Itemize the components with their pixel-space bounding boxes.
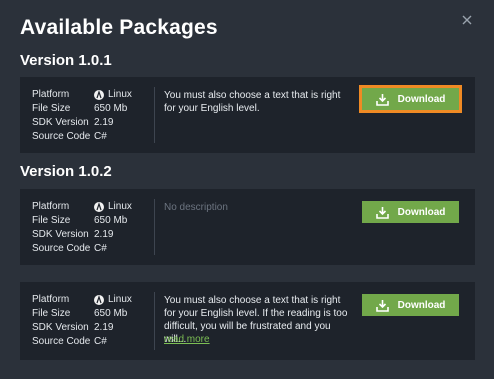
- package-card: Platform Linux File Size 650 Mb SDK Vers…: [20, 282, 475, 360]
- file-size-label: File Size: [32, 215, 71, 226]
- download-icon: [375, 206, 389, 219]
- divider: [154, 87, 155, 143]
- section-title-version-1-0-1: Version 1.0.1: [20, 52, 112, 69]
- platform-value-wrap: Linux: [94, 201, 132, 212]
- package-description: No description: [164, 202, 228, 213]
- platform-value: Linux: [108, 89, 132, 100]
- download-button[interactable]: Download: [362, 201, 459, 223]
- file-size-label: File Size: [32, 308, 71, 319]
- package-description: You must also choose a text that is righ…: [164, 90, 341, 114]
- platform-value: Linux: [108, 201, 132, 212]
- divider: [154, 199, 155, 255]
- sdk-version-value: 2.19: [94, 322, 114, 333]
- linux-icon: [94, 294, 104, 305]
- source-code-label: Source Code: [32, 243, 91, 254]
- download-icon: [375, 299, 389, 312]
- sdk-version-label: SDK Version: [32, 229, 89, 240]
- download-button[interactable]: Download: [362, 294, 459, 316]
- file-size-value: 650 Mb: [94, 103, 128, 114]
- sdk-version-value: 2.19: [94, 229, 114, 240]
- linux-icon: [94, 201, 104, 212]
- package-card: Platform Linux File Size 650 Mb SDK Vers…: [20, 77, 475, 153]
- close-icon[interactable]: [460, 13, 474, 27]
- platform-value-wrap: Linux: [94, 294, 132, 305]
- linux-icon: [94, 89, 104, 100]
- package-card: Platform Linux File Size 650 Mb SDK Vers…: [20, 189, 475, 265]
- source-code-label: Source Code: [32, 336, 91, 347]
- source-code-label: Source Code: [32, 131, 91, 142]
- download-button-label: Download: [397, 93, 446, 105]
- source-code-value: C#: [94, 336, 107, 347]
- read-more-link[interactable]: read more: [164, 334, 210, 345]
- file-size-label: File Size: [32, 103, 71, 114]
- download-icon: [375, 93, 389, 106]
- download-button[interactable]: Download: [359, 85, 462, 113]
- page-title: Available Packages: [20, 16, 218, 39]
- source-code-value: C#: [94, 131, 107, 142]
- section-title-version-1-0-2: Version 1.0.2: [20, 163, 112, 180]
- sdk-version-label: SDK Version: [32, 322, 89, 333]
- platform-label: Platform: [32, 294, 70, 305]
- sdk-version-label: SDK Version: [32, 117, 89, 128]
- platform-value-wrap: Linux: [94, 89, 132, 100]
- source-code-value: C#: [94, 243, 107, 254]
- platform-label: Platform: [32, 89, 70, 100]
- download-button-label: Download: [397, 299, 446, 311]
- divider: [154, 292, 155, 350]
- platform-label: Platform: [32, 201, 70, 212]
- download-button-label: Download: [397, 206, 446, 218]
- file-size-value: 650 Mb: [94, 215, 128, 226]
- platform-value: Linux: [108, 294, 132, 305]
- file-size-value: 650 Mb: [94, 308, 128, 319]
- sdk-version-value: 2.19: [94, 117, 114, 128]
